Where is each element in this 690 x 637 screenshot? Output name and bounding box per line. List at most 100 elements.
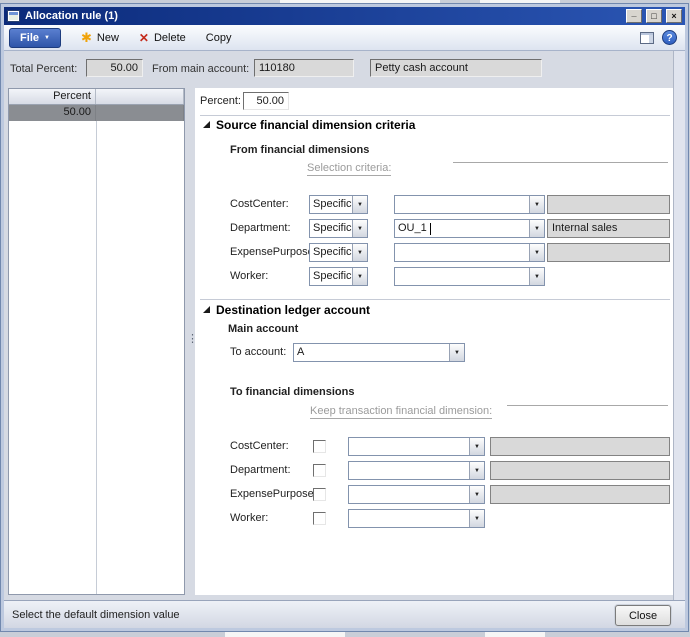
criteria-value: Specific (313, 246, 352, 258)
keep-transaction-line (507, 393, 668, 406)
column-separator (96, 121, 97, 594)
to-financial-dimensions-label: To financial dimensions (230, 386, 355, 398)
dropdown-button[interactable]: ▼ (529, 220, 544, 237)
dropdown-button[interactable]: ▼ (529, 196, 544, 213)
criteria-value: Specific (313, 222, 352, 234)
dropdown-button[interactable]: ▼ (352, 268, 367, 285)
dimension-display-field (547, 195, 670, 214)
source-group-header[interactable]: Source financial dimension criteria (216, 118, 415, 132)
dimension-value-combo[interactable]: ▼ (394, 243, 545, 262)
collapse-icon (203, 121, 210, 128)
dropdown-button[interactable]: ▼ (469, 462, 484, 479)
percent-grid: Percent 50.00 (8, 88, 185, 595)
criteria-dropdown[interactable]: Specific ▼ (309, 267, 368, 286)
dimension-value-combo[interactable]: ▼ (394, 267, 545, 286)
keep-dimension-checkbox[interactable] (313, 512, 326, 525)
column-header-percent[interactable]: Percent (9, 89, 96, 104)
column-header-blank[interactable] (96, 89, 184, 104)
dimension-display-field: Internal sales (547, 219, 670, 238)
dimension-value: OU_1 (398, 222, 427, 234)
to-account-combo[interactable]: A ▼ (293, 343, 465, 362)
selection-criteria-line (453, 150, 668, 163)
main-account-label: Main account (228, 323, 299, 335)
dimension-row: Worker: Specific ▼ ▼ (195, 267, 677, 287)
dimension-label: Department: (230, 464, 291, 476)
dropdown-button[interactable]: ▼ (469, 438, 484, 455)
dimension-label: Worker: (230, 270, 269, 282)
dimension-display-field (490, 485, 670, 504)
dimension-value-combo[interactable]: ▼ (348, 485, 485, 504)
percent-cell: 50.00 (9, 105, 96, 121)
dropdown-button[interactable]: ▼ (469, 486, 484, 503)
dropdown-button[interactable]: ▼ (352, 244, 367, 261)
allocation-rule-window: Allocation rule (1) _ □ × File ▼ ✱ New ✕… (0, 3, 689, 632)
dimension-value (395, 244, 529, 261)
criteria-dropdown[interactable]: Specific ▼ (309, 219, 368, 238)
dimension-value-combo[interactable]: ▼ (394, 195, 545, 214)
grid-header: Percent (9, 89, 184, 105)
dropdown-button[interactable]: ▼ (529, 244, 544, 261)
close-button[interactable]: Close (615, 605, 671, 626)
group-separator (200, 299, 670, 300)
selection-criteria-label: Selection criteria: (307, 162, 392, 176)
dimension-value-combo[interactable]: ▼ (348, 509, 485, 528)
to-account-value: A (297, 346, 305, 358)
criteria-value: Specific (313, 198, 352, 210)
desktop-background (485, 632, 545, 637)
dropdown-button[interactable]: ▼ (352, 196, 367, 213)
dropdown-button[interactable]: ▼ (352, 220, 367, 237)
percent-input[interactable]: 50.00 (243, 92, 289, 110)
keep-dimension-checkbox[interactable] (313, 488, 326, 501)
dimension-label: Worker: (230, 512, 269, 524)
from-main-account-label: From main account: (152, 63, 250, 75)
panel-splitter[interactable]: ⋮ (187, 334, 198, 361)
dimension-value-combo[interactable]: ▼ (348, 437, 485, 456)
dimension-display-field (490, 461, 670, 480)
destination-group-header[interactable]: Destination ledger account (216, 303, 370, 317)
collapse-icon (203, 306, 210, 313)
dropdown-button[interactable]: ▼ (469, 510, 484, 527)
dimension-value (349, 462, 469, 479)
dimension-row: Worker: ▼ (195, 509, 677, 529)
keep-dimension-checkbox[interactable] (313, 440, 326, 453)
group-separator (200, 115, 670, 116)
form-client-area: Total Percent: 50.00 From main account: … (4, 7, 685, 628)
desktop-background (225, 632, 345, 637)
dropdown-button[interactable]: ▼ (529, 268, 544, 285)
keep-transaction-label: Keep transaction financial dimension: (310, 405, 493, 419)
dropdown-button[interactable]: ▼ (449, 344, 464, 361)
statusbar: Select the default dimension value Close (4, 600, 685, 628)
dimension-row: Department: Specific ▼ OU_1 ▼ Internal s… (195, 219, 677, 239)
dimension-row: ExpensePurpose: ▼ (195, 485, 677, 505)
dimension-display-field (547, 243, 670, 262)
dimension-value (349, 438, 469, 455)
dimension-value (349, 510, 469, 527)
dimension-value (395, 268, 529, 285)
dimension-row: CostCenter: ▼ (195, 437, 677, 457)
dimension-value (395, 196, 529, 213)
vertical-scrollbar[interactable] (673, 51, 685, 600)
criteria-value: Specific (313, 270, 352, 282)
percent-label: Percent: (200, 95, 241, 107)
total-percent-field: 50.00 (86, 59, 143, 77)
dimension-label: ExpensePurpose: (230, 488, 317, 500)
empty-cell (96, 105, 184, 121)
dimension-label: ExpensePurpose: (230, 246, 317, 258)
dimension-value-combo[interactable]: OU_1 ▼ (394, 219, 545, 238)
dimension-row: CostCenter: Specific ▼ ▼ (195, 195, 677, 215)
keep-dimension-checkbox[interactable] (313, 464, 326, 477)
to-account-label: To account: (230, 346, 287, 358)
from-main-account-field: 110180 (254, 59, 354, 77)
status-message: Select the default dimension value (12, 608, 180, 621)
criteria-dropdown[interactable]: Specific ▼ (309, 243, 368, 262)
grid-row-selected[interactable]: 50.00 (9, 105, 184, 121)
grid-empty-area[interactable] (9, 121, 184, 594)
criteria-dropdown[interactable]: Specific ▼ (309, 195, 368, 214)
detail-panel: Percent: 50.00 Source financial dimensio… (195, 88, 677, 595)
dimension-label: CostCenter: (230, 440, 289, 452)
dimension-value-combo[interactable]: ▼ (348, 461, 485, 480)
total-percent-label: Total Percent: (10, 63, 78, 75)
dimension-value (349, 486, 469, 503)
dimension-row: ExpensePurpose: Specific ▼ ▼ (195, 243, 677, 263)
account-name-field: Petty cash account (370, 59, 542, 77)
